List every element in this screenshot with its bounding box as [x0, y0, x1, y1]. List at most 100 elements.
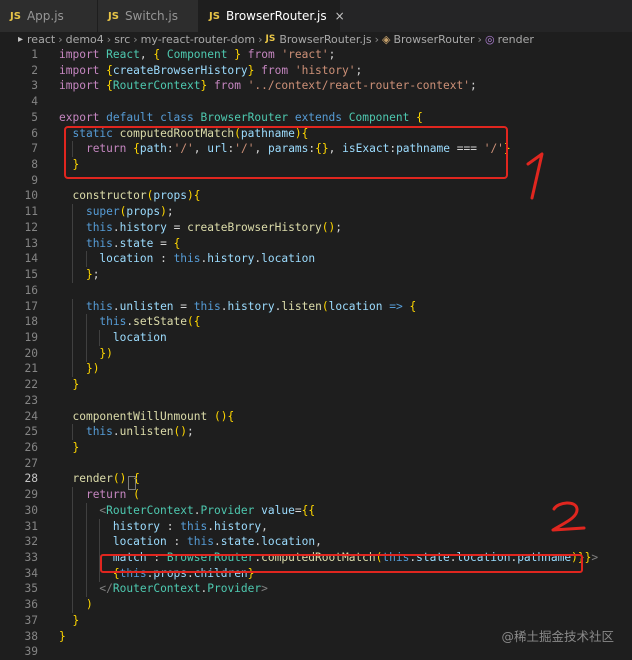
line-number: 27: [24, 456, 38, 470]
code-text: import {RouterContext} from '../context/…: [59, 79, 477, 93]
code-line[interactable]: 4: [0, 94, 632, 110]
code-line[interactable]: 39: [0, 644, 632, 660]
code-line[interactable]: 13 this.state = {: [0, 235, 632, 252]
js-file-icon: JS: [10, 10, 21, 22]
breadcrumb-item[interactable]: demo4: [66, 33, 104, 46]
annotation-mark-2: 2: [548, 500, 586, 532]
line-number: 4: [31, 95, 38, 109]
line-number: 3: [31, 79, 38, 93]
line-number: 23: [24, 393, 38, 407]
line-number: 31: [24, 519, 38, 533]
breadcrumb-item[interactable]: my-react-router-dom: [141, 33, 255, 46]
code-line[interactable]: 17 this.unlisten = this.history.listen(l…: [0, 298, 632, 315]
line-number: 10: [24, 189, 38, 203]
line-number: 1: [31, 48, 38, 61]
code-line[interactable]: 28 render() {: [0, 471, 632, 487]
code-text: super(props);: [85, 205, 174, 219]
close-icon[interactable]: ×: [335, 9, 345, 23]
line-number: 2: [31, 63, 38, 77]
breadcrumb-item[interactable]: react: [27, 33, 55, 46]
line-number: 32: [24, 535, 38, 549]
class-symbol-icon: ◈: [382, 32, 391, 46]
highlight-box-2: [100, 554, 583, 573]
breadcrumb-method[interactable]: render: [498, 33, 534, 46]
line-number: 19: [24, 330, 38, 344]
code-line[interactable]: 16: [0, 283, 632, 299]
tab-switch-js[interactable]: JS Switch.js: [98, 0, 199, 32]
breadcrumb-item[interactable]: src: [114, 33, 130, 46]
code-line[interactable]: 32 location : this.state.location,: [0, 534, 632, 551]
code-line[interactable]: 24 componentWillUnmount (){: [0, 409, 632, 425]
code-text: }: [72, 441, 80, 454]
line-number: 28: [24, 472, 38, 486]
code-text: }: [72, 613, 80, 627]
code-text: <RouterContext.Provider value={{: [99, 503, 316, 517]
code-line[interactable]: 29 return (: [0, 487, 632, 504]
highlight-box-1: [64, 126, 508, 179]
annotation-label-1: 1: [520, 150, 521, 151]
code-line[interactable]: 26 }: [0, 440, 632, 456]
code-line[interactable]: 35 </RouterContext.Provider>: [0, 581, 632, 598]
code-line[interactable]: 3 import {RouterContext} from '../context…: [0, 78, 632, 94]
code-line[interactable]: 2 import {createBrowserHistory} from 'his…: [0, 63, 632, 79]
code-text: }: [72, 378, 80, 392]
code-line[interactable]: 30 <RouterContext.Provider value={{: [0, 502, 632, 519]
breadcrumb-file[interactable]: BrowserRouter.js: [279, 33, 371, 46]
line-number: 5: [31, 110, 38, 124]
tab-browserrouter-js[interactable]: JS BrowserRouter.js ×: [199, 0, 345, 32]
line-number: 17: [24, 299, 38, 313]
code-line[interactable]: 19 location: [0, 329, 632, 346]
code-text: location : this.history.location: [99, 252, 316, 266]
code-line[interactable]: 11 super(props);: [0, 204, 632, 221]
code-line[interactable]: 5 export default class BrowserRouter exte…: [0, 110, 632, 126]
chevron-right-icon: ›: [133, 32, 138, 46]
code-line[interactable]: 25 this.unlisten();: [0, 424, 632, 441]
js-file-icon: JS: [209, 10, 220, 22]
code-line[interactable]: 20 }): [0, 345, 632, 362]
line-number: 36: [24, 598, 38, 612]
code-text: import React, { Component } from 'react'…: [59, 48, 336, 61]
line-number: 14: [24, 252, 38, 266]
tab-app-js[interactable]: JS App.js: [0, 0, 98, 32]
code-line[interactable]: 21 }): [0, 361, 632, 378]
breadcrumb-class[interactable]: BrowserRouter: [394, 33, 475, 46]
line-number: 30: [24, 503, 38, 517]
line-number: 20: [24, 346, 38, 360]
editor-tab-bar: JS App.js JS Switch.js JS BrowserRouter.…: [0, 0, 632, 32]
code-line[interactable]: 36 ): [0, 597, 632, 614]
line-number: 12: [24, 220, 38, 234]
code-text: }): [99, 346, 113, 360]
code-text: this.unlisten = this.history.listen(loca…: [85, 299, 417, 313]
code-line[interactable]: 18 this.setState({: [0, 314, 632, 331]
code-line[interactable]: 31 history : this.history,: [0, 518, 632, 535]
watermark: @稀土掘金技术社区: [501, 629, 614, 644]
code-line[interactable]: 1 import React, { Component } from 'react…: [0, 47, 632, 63]
js-file-icon: JS: [108, 10, 119, 22]
code-text: </RouterContext.Provider>: [99, 582, 268, 596]
line-number: 35: [24, 582, 38, 596]
line-number: 39: [24, 645, 38, 659]
line-number: 29: [24, 488, 38, 502]
annotation-label-2: 2: [548, 500, 549, 501]
line-number: 18: [24, 315, 38, 329]
breadcrumb: ▸ react › demo4 › src › my-react-router-…: [0, 32, 632, 46]
line-number: 21: [24, 362, 38, 376]
chevron-right-icon: ›: [258, 32, 263, 46]
code-line[interactable]: 27: [0, 456, 632, 472]
code-line[interactable]: 12 this.history = createBrowserHistory()…: [0, 219, 632, 236]
chevron-right-icon: ›: [58, 32, 63, 46]
line-number: 7: [31, 142, 38, 156]
line-number: 9: [31, 173, 38, 187]
line-number: 33: [24, 551, 38, 565]
code-line[interactable]: 22 }: [0, 377, 632, 393]
code-line[interactable]: 14 location : this.history.location: [0, 251, 632, 268]
line-number: 38: [24, 629, 38, 643]
code-text: export default class BrowserRouter exten…: [59, 110, 423, 124]
line-number: 34: [24, 566, 38, 580]
chevron-right-icon: ›: [374, 32, 380, 46]
code-line[interactable]: 23: [0, 393, 632, 409]
tab-label: BrowserRouter.js: [225, 9, 327, 23]
code-line[interactable]: 15 };: [0, 267, 632, 284]
chevron-right-icon: ›: [477, 32, 482, 46]
line-number: 15: [24, 268, 38, 282]
